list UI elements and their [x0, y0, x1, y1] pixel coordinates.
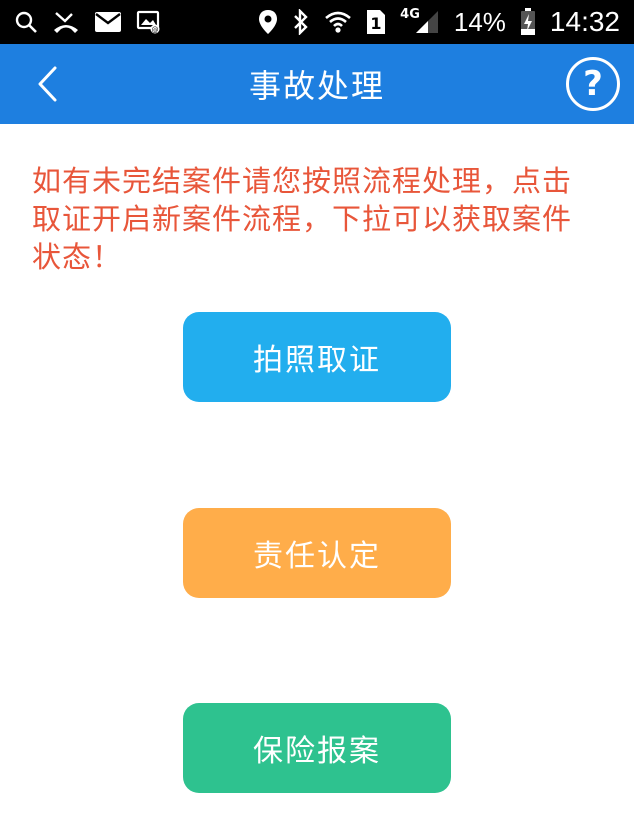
sim-slot-number: 1 — [371, 14, 382, 33]
bluetooth-icon — [292, 8, 310, 36]
network-type: 4G — [400, 6, 420, 22]
missed-call-icon — [52, 8, 80, 36]
back-button[interactable] — [22, 58, 72, 110]
clock: 14:32 — [549, 6, 620, 37]
location-icon — [258, 8, 278, 36]
signal-icon: 4G — [400, 6, 440, 36]
photo-evidence-button[interactable]: 拍照取证 — [183, 312, 451, 402]
insurance-report-button[interactable]: 保险报案 — [183, 703, 451, 793]
help-icon: ? — [583, 64, 603, 104]
status-bar-right: 1 4G 14% 14:32 — [258, 6, 620, 38]
mail-icon — [94, 8, 122, 36]
battery-percent: 14% — [453, 6, 506, 37]
liability-determination-button[interactable]: 责任认定 — [183, 508, 451, 598]
wifi-icon — [324, 8, 352, 36]
svg-text:@: @ — [152, 26, 159, 34]
battery-icon — [520, 8, 536, 36]
app-bar: 事故处理 ? — [0, 44, 634, 124]
search-icon — [14, 8, 38, 36]
gallery-icon: @ — [136, 8, 162, 36]
sim-icon: 1 — [366, 8, 386, 36]
help-button[interactable]: ? — [566, 57, 620, 111]
page-title: 事故处理 — [248, 67, 385, 105]
notice-text: 如有未完结案件请您按照流程处理，点击取证开启新案件流程，下拉可以获取案件状态！ — [32, 164, 573, 274]
status-bar-left: @ — [14, 8, 162, 36]
status-bar: @ 1 4G 14% 14:32 — [0, 0, 634, 44]
chevron-left-icon — [38, 66, 57, 102]
